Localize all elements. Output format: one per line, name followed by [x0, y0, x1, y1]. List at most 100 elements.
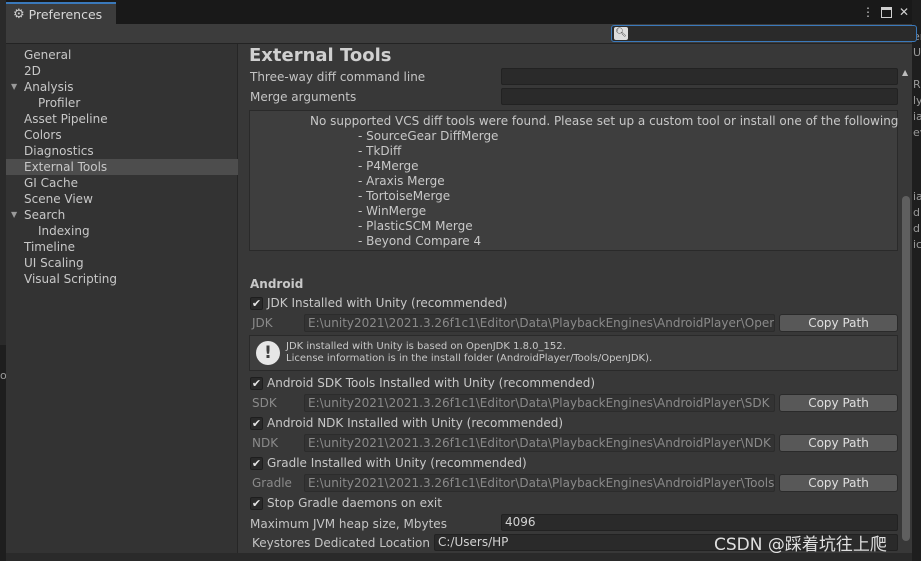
bg-text-fragment: ev [913, 126, 921, 139]
sidebar-item-search[interactable]: ▼ Search [6, 207, 238, 223]
jdk-info-line: JDK installed with Unity is based on Ope… [286, 341, 566, 352]
bg-text-fragment: Ur [913, 46, 921, 59]
gradle-path-field[interactable]: E:\unity2021\2021.3.26f1c1\Editor\Data\P… [304, 474, 775, 492]
jdk-installed-checkbox[interactable]: ✔ [250, 297, 263, 310]
sdk-installed-label: Android SDK Tools Installed with Unity (… [267, 376, 596, 390]
merge-arguments-label: Merge arguments [250, 90, 357, 104]
sidebar-item-analysis[interactable]: ▼ Analysis [6, 79, 238, 95]
window-title: Preferences [28, 6, 103, 22]
sidebar-item-label: Analysis [24, 80, 74, 94]
vertical-scrollbar[interactable]: ▲ [900, 44, 912, 553]
vcs-tool-item: - PlasticSCM Merge [358, 219, 473, 233]
bg-text-fragment: ly [913, 94, 921, 107]
sidebar-item-general[interactable]: General [6, 47, 238, 63]
maximize-icon[interactable] [878, 3, 894, 21]
jvm-heap-label: Maximum JVM heap size, Mbytes [250, 517, 447, 531]
title-bar: ⚙ Preferences ⋮ ✕ [6, 0, 912, 24]
sidebar-item-label: UI Scaling [24, 256, 84, 270]
stop-gradle-daemons-checkbox[interactable]: ✔ [250, 497, 263, 510]
sidebar-item-label: Search [24, 208, 66, 222]
jdk-path-field[interactable]: E:\unity2021\2021.3.26f1c1\Editor\Data\P… [304, 314, 775, 332]
sidebar: General 2D ▼ Analysis Profiler Asset Pipe… [6, 44, 238, 553]
sidebar-item-profiler[interactable]: Profiler [6, 95, 238, 111]
ndk-label: NDK [252, 436, 279, 450]
scrollbar-thumb[interactable] [902, 196, 910, 541]
sidebar-item-external-tools[interactable]: External Tools [6, 159, 238, 175]
sidebar-item-label: Indexing [38, 224, 90, 238]
sidebar-item-ui-scaling[interactable]: UI Scaling [6, 255, 238, 271]
sidebar-item-asset-pipeline[interactable]: Asset Pipeline [6, 111, 238, 127]
three-way-diff-label: Three-way diff command line [250, 70, 426, 84]
sidebar-item-indexing[interactable]: Indexing [6, 223, 238, 239]
sidebar-item-timeline[interactable]: Timeline [6, 239, 238, 255]
vcs-tool-item: - Beyond Compare 4 [358, 234, 482, 248]
sidebar-item-gi-cache[interactable]: GI Cache [6, 175, 238, 191]
sidebar-item-colors[interactable]: Colors [6, 127, 238, 143]
sdk-installed-checkbox[interactable]: ✔ [250, 377, 263, 390]
ndk-path-field[interactable]: E:\unity2021\2021.3.26f1c1\Editor\Data\P… [304, 434, 775, 452]
sidebar-item-label: Timeline [24, 240, 76, 254]
sidebar-item-diagnostics[interactable]: Diagnostics [6, 143, 238, 159]
bg-text-fragment: ia [913, 190, 921, 203]
content-panel: External Tools Three-way diff command li… [239, 44, 912, 553]
bg-text-fragment: di [913, 222, 921, 235]
sidebar-item-label: General [24, 48, 72, 62]
sdk-copy-path-button[interactable]: Copy Path [779, 394, 898, 412]
vcs-tool-item: - SourceGear DiffMerge [358, 129, 499, 143]
sidebar-item-label: Asset Pipeline [24, 112, 108, 126]
vcs-tool-item: - WinMerge [358, 204, 427, 218]
jvm-heap-field[interactable]: 4096 [501, 514, 898, 531]
vcs-tool-item: - TkDiff [358, 144, 402, 158]
expand-arrow-icon[interactable]: ▼ [11, 207, 17, 223]
expand-arrow-icon[interactable]: ▼ [11, 79, 17, 95]
sidebar-item-visual-scripting[interactable]: Visual Scripting [6, 271, 238, 287]
sidebar-item-label: Visual Scripting [24, 272, 117, 286]
vcs-tool-item: - P4Merge [358, 159, 419, 173]
ndk-installed-checkbox[interactable]: ✔ [250, 417, 263, 430]
gradle-copy-path-button[interactable]: Copy Path [779, 474, 898, 492]
sdk-path-field[interactable]: E:\unity2021\2021.3.26f1c1\Editor\Data\P… [304, 394, 775, 412]
sidebar-item-label: Profiler [38, 96, 81, 110]
search-input[interactable]: 🔍︎ [611, 25, 917, 42]
sidebar-item-label: GI Cache [24, 176, 78, 190]
page-title: External Tools [249, 45, 392, 66]
kebab-menu-icon[interactable]: ⋮ [860, 3, 876, 21]
info-icon: ! [256, 341, 280, 365]
merge-arguments-field[interactable] [501, 88, 898, 105]
sidebar-item-label: External Tools [24, 160, 108, 174]
sidebar-item-label: 2D [24, 64, 41, 78]
jdk-label: JDK [252, 316, 273, 330]
scroll-up-arrow-icon[interactable]: ▲ [902, 68, 908, 77]
bg-text-fragment: ic [913, 238, 921, 251]
vcs-help-box: No supported VCS diff tools were found. … [249, 110, 912, 251]
watermark: CSDN @踩着坑往上爬 [714, 535, 887, 555]
sidebar-item-label: Colors [24, 128, 62, 142]
gradle-label: Gradle [252, 476, 292, 490]
bg-text-fragment: ia [913, 110, 921, 123]
bg-text-fragment: Ri [913, 78, 921, 91]
vcs-tool-item: - TortoiseMerge [358, 189, 451, 203]
stop-gradle-daemons-label: Stop Gradle daemons on exit [267, 496, 442, 510]
sidebar-item-label: Scene View [24, 192, 93, 206]
jdk-copy-path-button[interactable]: Copy Path [779, 314, 898, 332]
vcs-tool-item: - Araxis Merge [358, 174, 445, 188]
gradle-installed-checkbox[interactable]: ✔ [250, 457, 263, 470]
sidebar-item-2d[interactable]: 2D [6, 63, 238, 79]
jdk-info-line: License information is in the install fo… [286, 353, 653, 364]
sidebar-item-scene-view[interactable]: Scene View [6, 191, 238, 207]
vcs-message: No supported VCS diff tools were found. … [310, 114, 912, 128]
sdk-label: SDK [252, 396, 277, 410]
jdk-info-box: ! JDK installed with Unity is based on O… [249, 335, 898, 371]
keystore-location-label: Keystores Dedicated Location [252, 536, 430, 550]
bg-text-fragment: di [913, 206, 921, 219]
ndk-copy-path-button[interactable]: Copy Path [779, 434, 898, 452]
three-way-diff-field[interactable] [501, 68, 898, 85]
ndk-installed-label: Android NDK Installed with Unity (recomm… [267, 416, 564, 430]
android-section-header: Android [250, 277, 304, 291]
search-icon: 🔍︎ [614, 27, 628, 40]
background-editor-right: er Ur Ri ly ia ev ia di di ic [912, 0, 921, 561]
close-icon[interactable]: ✕ [896, 3, 912, 21]
preferences-window: ⚙ Preferences ⋮ ✕ 🔍︎ General 2D ▼ Analysi… [6, 0, 917, 553]
toolbar: 🔍︎ [6, 24, 917, 44]
window-tab[interactable]: ⚙ Preferences [6, 2, 116, 24]
